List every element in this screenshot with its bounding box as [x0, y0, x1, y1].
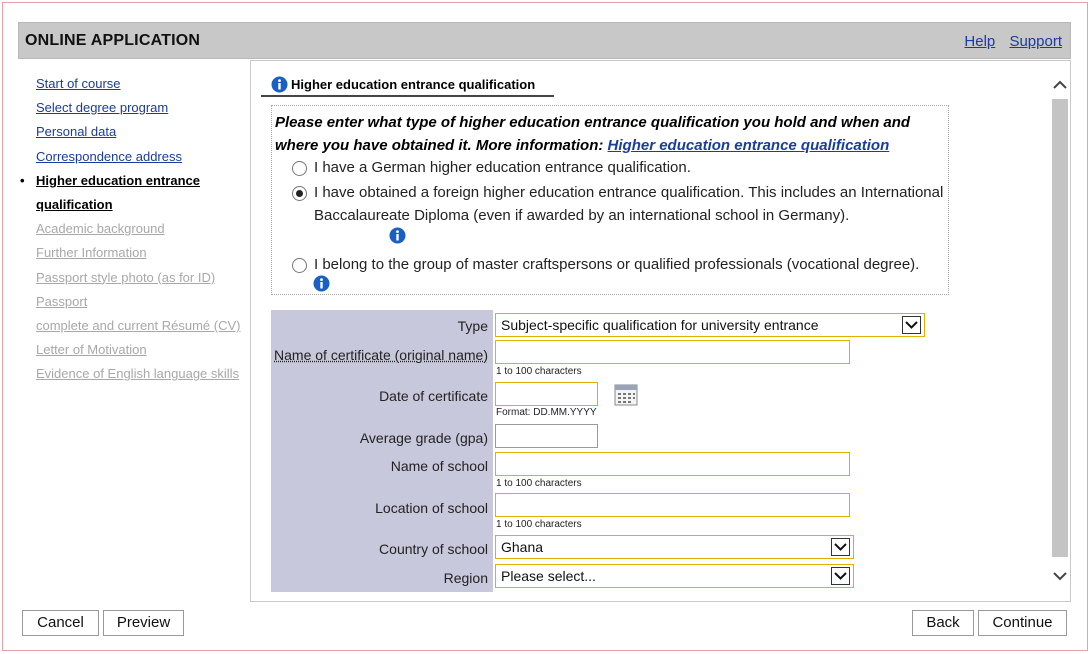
- radio-german-qualification[interactable]: [292, 161, 307, 176]
- type-select[interactable]: Subject-specific qualification for unive…: [495, 313, 925, 337]
- school-name-hint: 1 to 100 characters: [496, 478, 582, 489]
- preview-button[interactable]: Preview: [103, 610, 184, 636]
- header-links: Help Support: [954, 33, 1062, 50]
- sidebar-item-label-line1: Higher education entrance: [36, 172, 200, 188]
- certificate-name-hint: 1 to 100 characters: [496, 366, 582, 377]
- date-format-hint: Format: DD.MM.YYYY: [496, 407, 597, 418]
- calendar-icon[interactable]: [614, 384, 638, 406]
- qualification-form: Type Name of certificate (original name)…: [271, 310, 925, 592]
- content-panel: Higher education entrance qualification …: [250, 60, 1071, 602]
- sidebar-item-start-of-course[interactable]: Start of course: [20, 72, 248, 96]
- app-title: ONLINE APPLICATION: [25, 32, 201, 49]
- back-button[interactable]: Back: [912, 610, 974, 636]
- sidebar-item-resume: complete and current Résumé (CV): [36, 318, 241, 334]
- scroll-down-icon[interactable]: [1050, 566, 1070, 586]
- section-tab: Higher education entrance qualification: [261, 73, 554, 97]
- question-text: Please enter what type of higher educati…: [275, 111, 945, 157]
- option-label: I have a German higher education entranc…: [314, 159, 691, 176]
- certificate-date-input[interactable]: [495, 382, 598, 406]
- scroll-up-icon[interactable]: [1050, 75, 1070, 95]
- type-label: Type: [457, 318, 488, 334]
- sidebar-item-correspondence-address[interactable]: Correspondence address: [20, 145, 248, 169]
- sidebar-item-higher-education-cont[interactable]: qualification: [20, 193, 248, 217]
- radio-master-craftsperson[interactable]: [292, 258, 307, 273]
- school-location-input[interactable]: [495, 493, 850, 517]
- qualification-question: Please enter what type of higher educati…: [271, 105, 949, 295]
- info-icon[interactable]: [313, 275, 330, 292]
- more-info-link[interactable]: Higher education entrance qualification: [608, 137, 890, 154]
- school-name-input[interactable]: [495, 452, 850, 476]
- help-link[interactable]: Help: [964, 33, 995, 50]
- form-labels-column: Type Name of certificate (original name)…: [271, 310, 493, 592]
- certificate-name-label: Name of certificate (original name): [274, 347, 488, 363]
- section-tab-label: Higher education entrance qualification: [291, 77, 536, 92]
- region-select-value: Please select...: [501, 568, 596, 584]
- sidebar-item-letter-of-motivation: Letter of Motivation: [36, 342, 147, 358]
- sidebar-item-passport-photo: Passport style photo (as for ID): [36, 269, 216, 285]
- certificate-name-input[interactable]: [495, 340, 850, 364]
- certificate-date-label: Date of certificate: [379, 388, 488, 404]
- school-country-label: Country of school: [379, 541, 488, 557]
- sidebar-item-english-skills: Evidence of English language skills: [36, 366, 240, 382]
- sidebar-item-select-degree-program[interactable]: Select degree program: [20, 96, 248, 120]
- sidebar-item-label-line2: qualification: [36, 197, 113, 213]
- sidebar-item-higher-education[interactable]: • Higher education entrance: [20, 169, 248, 193]
- chevron-down-icon[interactable]: [902, 316, 921, 334]
- chevron-down-icon[interactable]: [831, 538, 850, 556]
- average-grade-input[interactable]: [495, 424, 598, 448]
- country-select-value: Ghana: [501, 539, 544, 555]
- scrollbar-thumb[interactable]: [1052, 99, 1068, 557]
- vertical-scrollbar[interactable]: [1050, 61, 1070, 601]
- region-select[interactable]: Please select...: [495, 564, 854, 588]
- region-label: Region: [443, 570, 488, 586]
- school-name-label: Name of school: [390, 458, 488, 474]
- support-link[interactable]: Support: [1009, 33, 1062, 50]
- title-bar: ONLINE APPLICATION Help Support: [18, 22, 1071, 59]
- cancel-button[interactable]: Cancel: [22, 610, 99, 636]
- sidebar-item-passport: Passport: [36, 293, 88, 309]
- sidebar-nav: Start of course Select degree program Pe…: [20, 72, 248, 387]
- chevron-down-icon[interactable]: [831, 567, 850, 585]
- option-label: I belong to the group of master craftspe…: [314, 256, 920, 273]
- country-select[interactable]: Ghana: [495, 535, 854, 559]
- sidebar-item-personal-data[interactable]: Personal data: [20, 120, 248, 144]
- school-location-label: Location of school: [375, 500, 488, 516]
- sidebar-item-academic-background: Academic background: [36, 221, 165, 237]
- radio-foreign-qualification[interactable]: [292, 186, 307, 201]
- continue-button[interactable]: Continue: [978, 610, 1067, 636]
- type-select-value: Subject-specific qualification for unive…: [501, 317, 819, 333]
- active-bullet: •: [20, 172, 25, 188]
- option-label: I have obtained a foreign higher educati…: [314, 184, 944, 224]
- info-icon: [271, 76, 288, 93]
- school-location-hint: 1 to 100 characters: [496, 519, 582, 530]
- average-grade-label: Average grade (gpa): [359, 430, 488, 446]
- info-icon[interactable]: [389, 227, 406, 244]
- sidebar-item-further-information: Further Information: [36, 245, 147, 261]
